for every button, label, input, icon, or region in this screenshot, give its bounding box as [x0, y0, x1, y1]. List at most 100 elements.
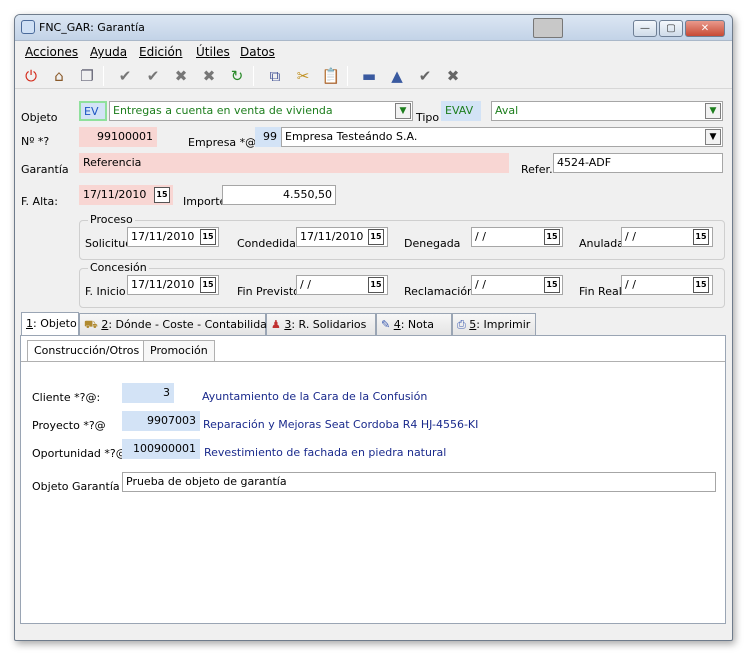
- proceso-title: Proceso: [88, 213, 135, 226]
- solicitud-label: Solicitud: [85, 237, 133, 250]
- calendar-icon[interactable]: 15: [200, 229, 216, 245]
- check-new-icon[interactable]: ✔: [143, 66, 163, 86]
- objeto-label: Objeto: [21, 111, 58, 124]
- app-icon: [21, 20, 35, 34]
- garantia-label: Garantía: [21, 163, 69, 176]
- tipo-select[interactable]: Aval ▼: [491, 101, 723, 121]
- tab-label: : Imprimir: [476, 318, 531, 331]
- cliente-label: Cliente *?@:: [32, 391, 101, 404]
- cut-icon[interactable]: ✂: [293, 66, 313, 86]
- tab-number: 1: [26, 317, 33, 330]
- maximize-button[interactable]: ▢: [659, 20, 683, 37]
- numero-field[interactable]: 99100001: [79, 127, 157, 147]
- chevron-down-icon[interactable]: ▼: [705, 129, 721, 145]
- fin-real-label: Fin Real: [579, 285, 622, 298]
- reclamacion-label: Reclamación: [404, 285, 475, 298]
- refresh-icon[interactable]: ↻: [227, 66, 247, 86]
- minus-icon[interactable]: ▬: [359, 66, 379, 86]
- tab-label: : Nota: [400, 318, 434, 331]
- refer-field[interactable]: 4524-ADF: [553, 153, 723, 173]
- home-icon[interactable]: ⌂: [49, 66, 69, 86]
- people-icon: ♟: [271, 318, 285, 331]
- cliente-code-field[interactable]: 3: [122, 383, 174, 403]
- anulada-label: Anulada: [579, 237, 624, 250]
- chevron-down-icon[interactable]: ▼: [395, 103, 411, 119]
- truck-icon: ⛟: [84, 318, 102, 331]
- paste-icon[interactable]: 📋: [321, 66, 341, 86]
- note-icon: ✎: [381, 318, 394, 331]
- tab-solidarios[interactable]: ♟ 3: R. Solidarios: [266, 313, 376, 336]
- toolbar-separator: [253, 66, 254, 86]
- chevron-down-icon[interactable]: ▼: [705, 103, 721, 119]
- tick-icon[interactable]: ✔: [415, 66, 435, 86]
- importe-label: Importe: [183, 195, 227, 208]
- printer-icon: ⎙: [457, 318, 470, 331]
- tab-nota[interactable]: ✎ 4: Nota: [376, 313, 452, 336]
- delete-icon[interactable]: ✖: [171, 66, 191, 86]
- concedida-label: Condedida: [237, 237, 296, 250]
- objeto-code-field[interactable]: EV: [79, 101, 107, 121]
- delete-all-icon[interactable]: ✖: [199, 66, 219, 86]
- concesion-title: Concesión: [88, 261, 149, 274]
- power-icon[interactable]: ⏻: [21, 66, 41, 86]
- menu-utiles[interactable]: Útiles: [196, 45, 230, 59]
- windows-icon[interactable]: ❐: [77, 66, 97, 86]
- proyecto-name: Reparación y Mejoras Seat Cordoba R4 HJ-…: [203, 418, 479, 431]
- objeto-garantia-label: Objeto Garantía: [32, 480, 120, 493]
- empresa-code-field[interactable]: 99: [255, 127, 281, 147]
- empresa-label: Empresa *@:: [188, 136, 260, 149]
- tab-imprimir[interactable]: ⎙ 5: Imprimir: [452, 313, 536, 336]
- calendar-icon[interactable]: 15: [693, 229, 709, 245]
- calendar-icon[interactable]: 15: [368, 229, 384, 245]
- tab-panel-objeto: Construcción/Otros Promoción Cliente *?@…: [20, 335, 726, 624]
- tab-label: : Objeto: [33, 317, 77, 330]
- copy-icon[interactable]: ⧉: [265, 66, 285, 86]
- garantia-field[interactable]: Referencia: [79, 153, 509, 173]
- subtab-construccion[interactable]: Construcción/Otros: [27, 340, 147, 362]
- oportunidad-code-field[interactable]: 100900001: [122, 439, 200, 459]
- close-button[interactable]: ✕: [685, 20, 725, 37]
- calendar-icon[interactable]: 15: [544, 277, 560, 293]
- menu-edicion[interactable]: Edición: [139, 45, 182, 59]
- tab-label: : Dónde - Coste - Contabilidad: [108, 318, 274, 331]
- menu-ayuda[interactable]: Ayuda: [90, 45, 127, 59]
- calendar-icon[interactable]: 15: [200, 277, 216, 293]
- calendar-icon[interactable]: 15: [693, 277, 709, 293]
- app-window: FNC_GAR: Garantía — ▢ ✕ Acciones Ayuda E…: [14, 14, 733, 641]
- calendar-icon[interactable]: 15: [544, 229, 560, 245]
- up-icon[interactable]: ▲: [387, 66, 407, 86]
- tipo-label: Tipo: [416, 111, 440, 124]
- empresa-select-value: Empresa Testeándo S.A.: [285, 130, 418, 143]
- cross-icon[interactable]: ✖: [443, 66, 463, 86]
- objeto-select[interactable]: Entregas a cuenta en venta de vivienda ▼: [109, 101, 413, 121]
- inicio-label: F. Inicio: [85, 285, 126, 298]
- title-bar: FNC_GAR: Garantía — ▢ ✕: [15, 15, 732, 41]
- check-all-icon[interactable]: ✔: [115, 66, 135, 86]
- toolbar-separator: [103, 66, 104, 86]
- fin-previsto-label: Fin Previsto: [237, 285, 300, 298]
- oportunidad-label: Oportunidad *?@: [32, 447, 127, 460]
- toolbar-separator: [347, 66, 348, 86]
- tipo-select-value: Aval: [495, 104, 519, 117]
- empresa-select[interactable]: Empresa Testeándo S.A. ▼: [281, 127, 723, 147]
- proyecto-code-field[interactable]: 9907003: [122, 411, 200, 431]
- menu-acciones[interactable]: Acciones: [25, 45, 78, 59]
- window-title: FNC_GAR: Garantía: [39, 21, 145, 34]
- tab-number: 4: [393, 318, 401, 331]
- importe-field[interactable]: 4.550,50: [222, 185, 336, 205]
- status-icon: [533, 18, 563, 38]
- tab-donde[interactable]: ⛟ 2: Dónde - Coste - Contabilidad: [79, 313, 274, 336]
- tipo-code-field[interactable]: EVAV: [441, 101, 481, 121]
- calendar-icon[interactable]: 15: [154, 187, 170, 203]
- minimize-button[interactable]: —: [633, 20, 657, 37]
- tab-objeto[interactable]: 1: Objeto: [21, 312, 79, 336]
- objeto-select-value: Entregas a cuenta en venta de vivienda: [113, 104, 333, 117]
- oportunidad-name: Revestimiento de fachada en piedra natur…: [204, 446, 447, 459]
- menu-datos[interactable]: Datos: [240, 45, 275, 59]
- objeto-garantia-field[interactable]: Prueba de objeto de garantía: [122, 472, 716, 492]
- cliente-name: Ayuntamiento de la Cara de la Confusión: [202, 390, 428, 403]
- menu-bar: Acciones Ayuda Edición Útiles Datos: [15, 42, 732, 62]
- calendar-icon[interactable]: 15: [368, 277, 384, 293]
- subtab-promocion[interactable]: Promoción: [143, 340, 215, 362]
- tab-label: : R. Solidarios: [291, 318, 367, 331]
